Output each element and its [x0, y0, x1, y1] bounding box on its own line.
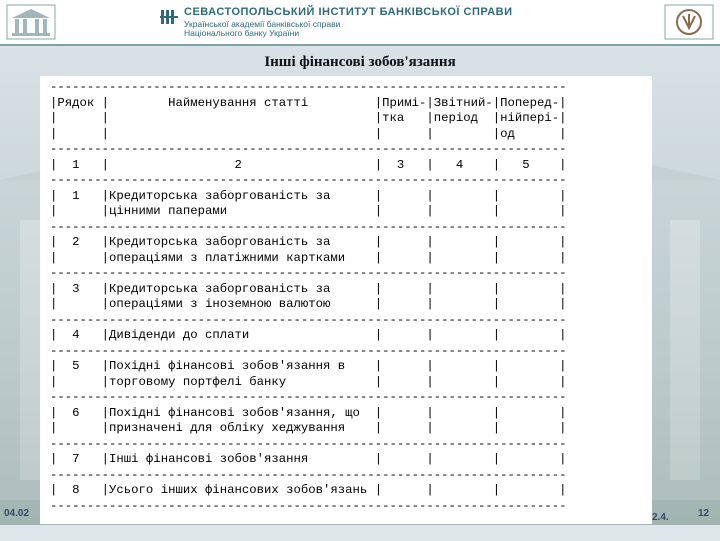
financial-table-document: ----------------------------------------… — [40, 76, 652, 526]
page-number: 12 — [698, 508, 710, 519]
institute-logo — [6, 4, 56, 40]
institute-header: СЕВАСТОПОЛЬСЬКИЙ ІНСТИТУТ БАНКІВСЬКОЇ СП… — [0, 0, 720, 44]
liabilities-table: ----------------------------------------… — [50, 80, 567, 513]
footer-date: 04.02 — [4, 508, 30, 519]
footer-strip — [0, 524, 720, 541]
institute-subtitle-2: Національного банку України — [184, 28, 300, 38]
footer-section: 2.4. — [652, 512, 669, 523]
slide-title: Інші фінансові зобов'язання — [264, 54, 456, 70]
institute-mark-icon — [160, 10, 178, 24]
header-divider — [0, 44, 720, 46]
institute-name: СЕВАСТОПОЛЬСЬКИЙ ІНСТИТУТ БАНКІВСЬКОЇ СП… — [184, 6, 513, 18]
emblem-logo — [664, 4, 714, 40]
